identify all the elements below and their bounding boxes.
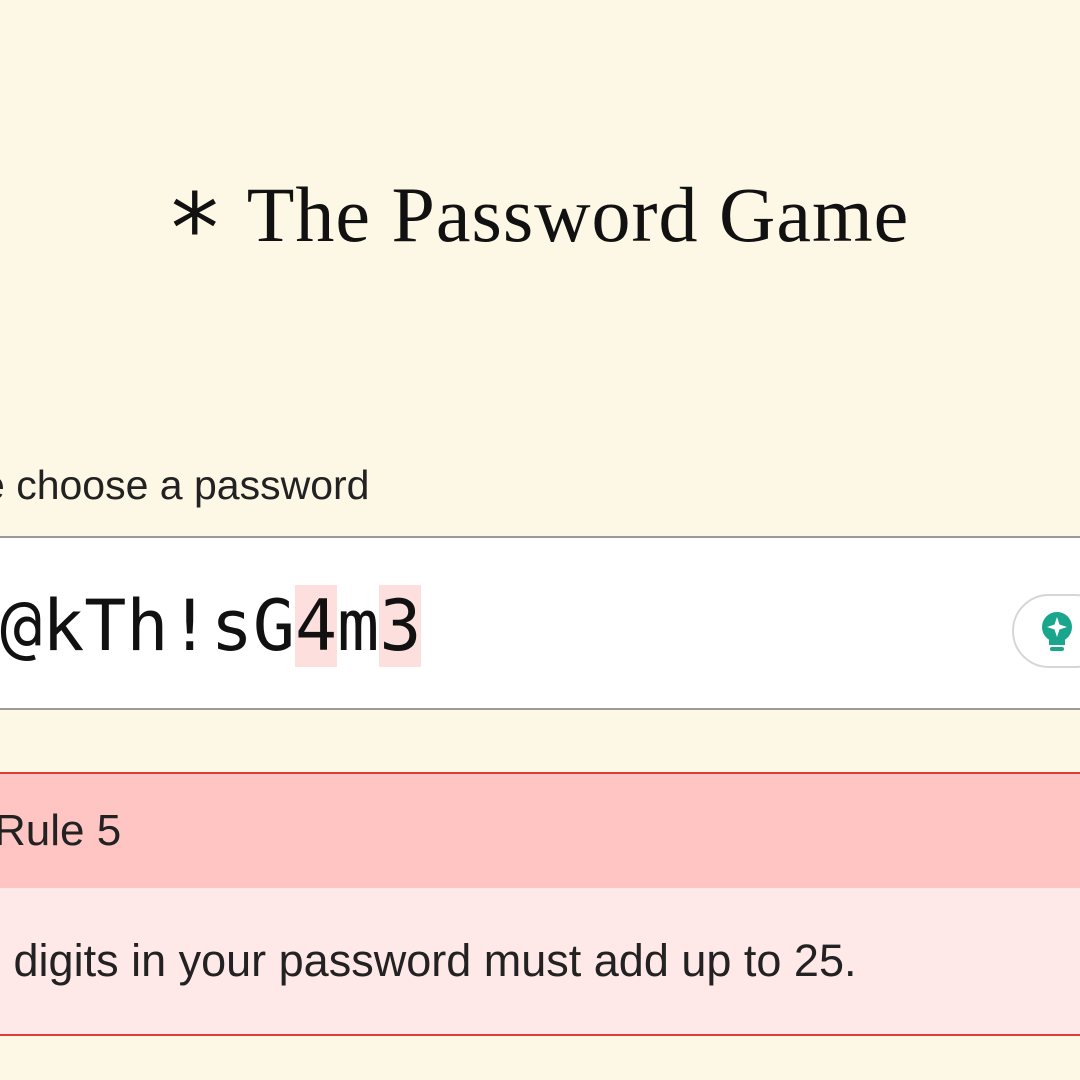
rule-header: Rule 5	[0, 774, 1080, 888]
password-segment: m	[337, 585, 380, 667]
password-digit-highlight: 3	[379, 585, 422, 667]
password-prompt-label: e choose a password	[0, 462, 370, 508]
password-input[interactable]: @kTh!sG4m3	[0, 536, 1080, 710]
password-game-page: * The Password Game e choose a password …	[0, 0, 1080, 1080]
rule-number: Rule 5	[0, 806, 122, 855]
title-text: The Password Game	[246, 171, 910, 258]
password-digit-highlight: 4	[295, 585, 338, 667]
rule-card: Rule 5 e digits in your password must ad…	[0, 772, 1080, 1036]
rule-description: e digits in your password must add up to…	[0, 935, 857, 986]
lightbulb-icon	[1042, 612, 1072, 651]
password-segment: @kTh!sG	[0, 585, 296, 667]
rule-body: e digits in your password must add up to…	[0, 888, 1080, 1034]
hint-button[interactable]	[1012, 594, 1080, 668]
password-text[interactable]: @kTh!sG4m3	[0, 582, 422, 670]
page-title: * The Password Game	[0, 165, 1080, 277]
asterisk-logo-icon: *	[170, 173, 219, 285]
